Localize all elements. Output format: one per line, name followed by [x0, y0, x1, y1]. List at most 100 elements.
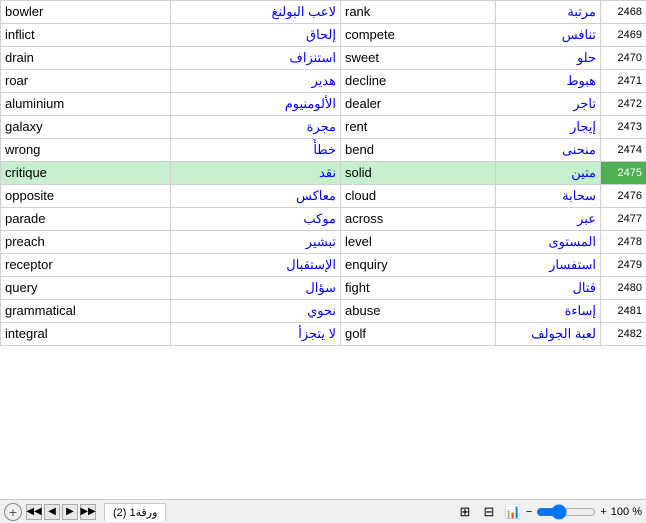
arabic-translation-left[interactable]: مجرة: [171, 116, 341, 139]
arabic-translation-right[interactable]: متين: [496, 162, 601, 185]
table-icon[interactable]: ⊟: [480, 503, 498, 521]
row-number: 2476: [601, 185, 646, 208]
row-number: 2481: [601, 300, 646, 323]
arabic-translation-left[interactable]: إلحاق: [171, 24, 341, 47]
arabic-translation-right[interactable]: المستوى: [496, 231, 601, 254]
arabic-translation-left[interactable]: لا يتجزأ: [171, 323, 341, 346]
add-sheet-button[interactable]: +: [4, 503, 22, 521]
english-word-left[interactable]: opposite: [1, 185, 171, 208]
arabic-translation-left[interactable]: نحوي: [171, 300, 341, 323]
nav-next-button[interactable]: ▶: [62, 504, 78, 520]
table-row: oppositeمعاكسcloudسحابة2476: [1, 185, 646, 208]
arabic-translation-right[interactable]: حلو: [496, 47, 601, 70]
row-number: 2482: [601, 323, 646, 346]
table-row: receptorالإستقبالenquiryاستفسار2479: [1, 254, 646, 277]
english-word-left[interactable]: receptor: [1, 254, 171, 277]
english-word-right[interactable]: compete: [341, 24, 496, 47]
arabic-translation-right[interactable]: لعبة الجولف: [496, 323, 601, 346]
zoom-out-button[interactable]: −: [526, 506, 532, 518]
arabic-translation-left[interactable]: موكب: [171, 208, 341, 231]
tab-navigation: ◀◀ ◀ ▶ ▶▶: [26, 504, 96, 520]
row-number: 2474: [601, 139, 646, 162]
zoom-slider[interactable]: [536, 504, 596, 520]
english-word-left[interactable]: critique: [1, 162, 171, 185]
english-word-left[interactable]: drain: [1, 47, 171, 70]
nav-last-button[interactable]: ▶▶: [80, 504, 96, 520]
row-number: 2471: [601, 70, 646, 93]
arabic-translation-right[interactable]: قتال: [496, 277, 601, 300]
chart-icon[interactable]: 📊: [504, 503, 522, 521]
row-number: 2478: [601, 231, 646, 254]
table-row: aluminiumالألومنيومdealerتاجر2472: [1, 93, 646, 116]
english-word-right[interactable]: rent: [341, 116, 496, 139]
arabic-translation-left[interactable]: معاكس: [171, 185, 341, 208]
arabic-translation-right[interactable]: عبر: [496, 208, 601, 231]
table-row: wrongخطأًbendمنحنى2474: [1, 139, 646, 162]
table-row: paradeموكبacrossعبر2477: [1, 208, 646, 231]
arabic-translation-left[interactable]: الألومنيوم: [171, 93, 341, 116]
arabic-translation-right[interactable]: منحنى: [496, 139, 601, 162]
english-word-left[interactable]: query: [1, 277, 171, 300]
english-word-left[interactable]: aluminium: [1, 93, 171, 116]
zoom-in-button[interactable]: +: [600, 506, 606, 518]
english-word-right[interactable]: fight: [341, 277, 496, 300]
arabic-translation-right[interactable]: إيجار: [496, 116, 601, 139]
table-row: drainاستنزافsweetحلو2470: [1, 47, 646, 70]
english-word-right[interactable]: decline: [341, 70, 496, 93]
arabic-translation-right[interactable]: إساءة: [496, 300, 601, 323]
arabic-translation-left[interactable]: استنزاف: [171, 47, 341, 70]
english-word-right[interactable]: solid: [341, 162, 496, 185]
toolbar-icons: ⊞ ⊟ 📊: [456, 503, 522, 521]
english-word-left[interactable]: wrong: [1, 139, 171, 162]
english-word-right[interactable]: golf: [341, 323, 496, 346]
data-table: bowlerلاعب البولنغrankمرتبة2468inflictإل…: [0, 0, 646, 346]
english-word-right[interactable]: dealer: [341, 93, 496, 116]
row-number: 2473: [601, 116, 646, 139]
row-number: 2477: [601, 208, 646, 231]
zoom-area: ⊞ ⊟ 📊 − + 100 %: [448, 503, 642, 521]
row-number: 2468: [601, 1, 646, 24]
arabic-translation-right[interactable]: تنافس: [496, 24, 601, 47]
row-number: 2469: [601, 24, 646, 47]
arabic-translation-right[interactable]: سحابة: [496, 185, 601, 208]
english-word-left[interactable]: integral: [1, 323, 171, 346]
nav-prev-button[interactable]: ◀: [44, 504, 60, 520]
english-word-right[interactable]: level: [341, 231, 496, 254]
english-word-left[interactable]: galaxy: [1, 116, 171, 139]
english-word-left[interactable]: grammatical: [1, 300, 171, 323]
nav-first-button[interactable]: ◀◀: [26, 504, 42, 520]
arabic-translation-left[interactable]: لاعب البولنغ: [171, 1, 341, 24]
table-row: critiqueنقدsolidمتين2475: [1, 162, 646, 185]
table-row: inflictإلحاقcompeteتنافس2469: [1, 24, 646, 47]
english-word-right[interactable]: cloud: [341, 185, 496, 208]
english-word-left[interactable]: preach: [1, 231, 171, 254]
table-row: queryسؤالfightقتال2480: [1, 277, 646, 300]
row-number: 2480: [601, 277, 646, 300]
english-word-right[interactable]: bend: [341, 139, 496, 162]
arabic-translation-left[interactable]: خطأً: [171, 139, 341, 162]
arabic-translation-right[interactable]: هبوط: [496, 70, 601, 93]
english-word-right[interactable]: sweet: [341, 47, 496, 70]
arabic-translation-left[interactable]: الإستقبال: [171, 254, 341, 277]
english-word-left[interactable]: parade: [1, 208, 171, 231]
statusbar: + ◀◀ ◀ ▶ ▶▶ ورقة1 (2) ⊞ ⊟ 📊 − + 100 %: [0, 499, 646, 523]
arabic-translation-right[interactable]: مرتبة: [496, 1, 601, 24]
english-word-right[interactable]: rank: [341, 1, 496, 24]
arabic-translation-left[interactable]: هدير: [171, 70, 341, 93]
spreadsheet-area: bowlerلاعب البولنغrankمرتبة2468inflictإل…: [0, 0, 646, 499]
english-word-right[interactable]: across: [341, 208, 496, 231]
english-word-right[interactable]: abuse: [341, 300, 496, 323]
english-word-left[interactable]: bowler: [1, 1, 171, 24]
arabic-translation-left[interactable]: تبشير: [171, 231, 341, 254]
arabic-translation-left[interactable]: سؤال: [171, 277, 341, 300]
sheet-tab[interactable]: ورقة1 (2): [104, 503, 166, 521]
arabic-translation-left[interactable]: نقد: [171, 162, 341, 185]
english-word-left[interactable]: roar: [1, 70, 171, 93]
table-row: galaxyمجرةrentإيجار2473: [1, 116, 646, 139]
table-row: grammaticalنحويabuseإساءة2481: [1, 300, 646, 323]
arabic-translation-right[interactable]: استفسار: [496, 254, 601, 277]
grid-view-icon[interactable]: ⊞: [456, 503, 474, 521]
english-word-right[interactable]: enquiry: [341, 254, 496, 277]
english-word-left[interactable]: inflict: [1, 24, 171, 47]
arabic-translation-right[interactable]: تاجر: [496, 93, 601, 116]
